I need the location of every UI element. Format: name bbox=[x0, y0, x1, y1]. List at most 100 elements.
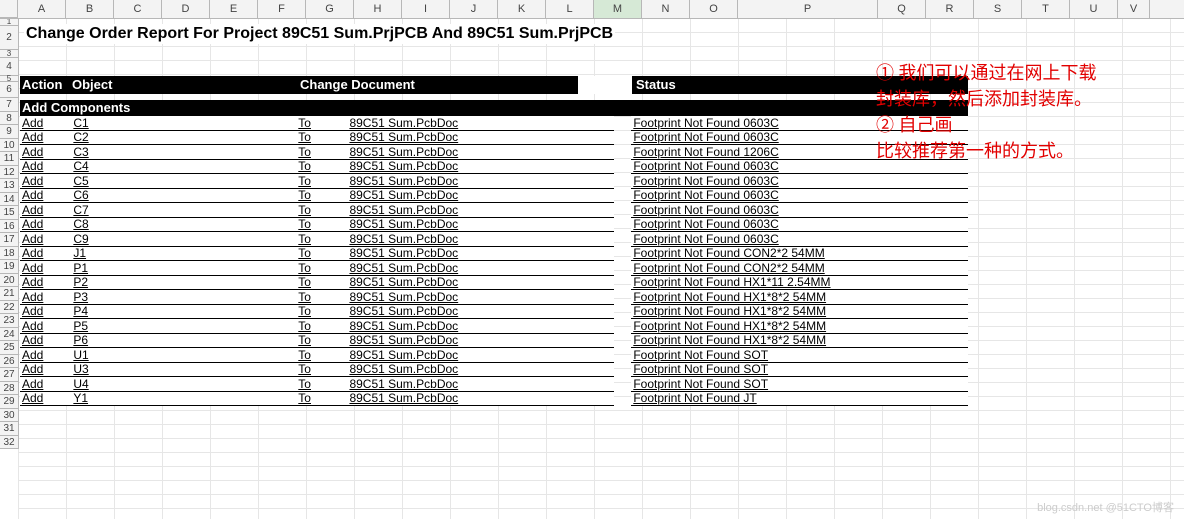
table-row[interactable]: AddC1To89C51 Sum.PcbDocFootprint Not Fou… bbox=[20, 116, 968, 130]
row-header-21[interactable]: 21 bbox=[0, 287, 18, 301]
cell-action[interactable]: Add bbox=[20, 203, 71, 218]
row-header-14[interactable]: 14 bbox=[0, 193, 18, 207]
cell-change-document[interactable]: 89C51 Sum.PcbDoc bbox=[347, 217, 613, 232]
cell-change-document[interactable]: 89C51 Sum.PcbDoc bbox=[347, 246, 613, 261]
cell-to[interactable]: To bbox=[296, 246, 347, 261]
cell-object[interactable]: U4 bbox=[71, 377, 296, 392]
col-header-Q[interactable]: Q bbox=[878, 0, 926, 18]
row-header-29[interactable]: 29 bbox=[0, 395, 18, 409]
cell-object[interactable]: C7 bbox=[71, 203, 296, 218]
cell-action[interactable]: Add bbox=[20, 145, 71, 160]
cell-change-document[interactable]: 89C51 Sum.PcbDoc bbox=[347, 116, 613, 130]
cell-action[interactable]: Add bbox=[20, 246, 71, 261]
row-header-17[interactable]: 17 bbox=[0, 233, 18, 247]
table-row[interactable]: AddP5To89C51 Sum.PcbDocFootprint Not Fou… bbox=[20, 319, 968, 334]
cell-status[interactable]: Footprint Not Found HX1*11 2.54MM bbox=[631, 275, 968, 290]
col-header-C[interactable]: C bbox=[114, 0, 162, 18]
col-header-R[interactable]: R bbox=[926, 0, 974, 18]
cell-to[interactable]: To bbox=[296, 203, 347, 218]
col-header-O[interactable]: O bbox=[690, 0, 738, 18]
cell-action[interactable]: Add bbox=[20, 261, 71, 276]
cell-object[interactable]: P2 bbox=[71, 275, 296, 290]
row-header-23[interactable]: 23 bbox=[0, 314, 18, 328]
cell-change-document[interactable]: 89C51 Sum.PcbDoc bbox=[347, 362, 613, 377]
col-header-L[interactable]: L bbox=[546, 0, 594, 18]
cell-change-document[interactable]: 89C51 Sum.PcbDoc bbox=[347, 203, 613, 218]
cell-to[interactable]: To bbox=[296, 275, 347, 290]
row-header-26[interactable]: 26 bbox=[0, 355, 18, 369]
cell-status[interactable]: Footprint Not Found HX1*8*2 54MM bbox=[631, 319, 968, 334]
col-header-V[interactable]: V bbox=[1118, 0, 1150, 18]
cell-to[interactable]: To bbox=[296, 261, 347, 276]
cell-to[interactable]: To bbox=[296, 130, 347, 145]
cell-to[interactable]: To bbox=[296, 304, 347, 319]
cell-action[interactable]: Add bbox=[20, 348, 71, 363]
cell-change-document[interactable]: 89C51 Sum.PcbDoc bbox=[347, 290, 613, 305]
cell-action[interactable]: Add bbox=[20, 333, 71, 348]
table-row[interactable]: AddJ1To89C51 Sum.PcbDocFootprint Not Fou… bbox=[20, 246, 968, 261]
col-header-B[interactable]: B bbox=[66, 0, 114, 18]
table-row[interactable]: AddP1To89C51 Sum.PcbDocFootprint Not Fou… bbox=[20, 261, 968, 276]
cell-change-document[interactable]: 89C51 Sum.PcbDoc bbox=[347, 377, 613, 392]
table-row[interactable]: AddC5To89C51 Sum.PcbDocFootprint Not Fou… bbox=[20, 174, 968, 189]
cell-object[interactable]: C5 bbox=[71, 174, 296, 189]
row-header-9[interactable]: 9 bbox=[0, 125, 18, 139]
cell-to[interactable]: To bbox=[296, 159, 347, 174]
cell-to[interactable]: To bbox=[296, 188, 347, 203]
cell-object[interactable]: Y1 bbox=[71, 391, 296, 406]
table-row[interactable]: AddU4To89C51 Sum.PcbDocFootprint Not Fou… bbox=[20, 377, 968, 392]
row-header-2[interactable]: 2 bbox=[0, 26, 18, 50]
cell-to[interactable]: To bbox=[296, 174, 347, 189]
cell-change-document[interactable]: 89C51 Sum.PcbDoc bbox=[347, 275, 613, 290]
cell-change-document[interactable]: 89C51 Sum.PcbDoc bbox=[347, 333, 613, 348]
cell-action[interactable]: Add bbox=[20, 159, 71, 174]
select-all-corner[interactable] bbox=[0, 0, 18, 18]
cell-action[interactable]: Add bbox=[20, 232, 71, 247]
cell-to[interactable]: To bbox=[296, 319, 347, 334]
cell-change-document[interactable]: 89C51 Sum.PcbDoc bbox=[347, 304, 613, 319]
cell-to[interactable]: To bbox=[296, 232, 347, 247]
cell-status[interactable]: Footprint Not Found 0603C bbox=[631, 174, 968, 189]
cell-change-document[interactable]: 89C51 Sum.PcbDoc bbox=[347, 130, 613, 145]
cell-change-document[interactable]: 89C51 Sum.PcbDoc bbox=[347, 145, 613, 160]
col-header-U[interactable]: U bbox=[1070, 0, 1118, 18]
cell-object[interactable]: P1 bbox=[71, 261, 296, 276]
row-header-19[interactable]: 19 bbox=[0, 260, 18, 274]
col-header-P[interactable]: P bbox=[738, 0, 878, 18]
row-header-11[interactable]: 11 bbox=[0, 152, 18, 166]
row-header-27[interactable]: 27 bbox=[0, 368, 18, 382]
row-header-8[interactable]: 8 bbox=[0, 112, 18, 126]
cell-object[interactable]: J1 bbox=[71, 246, 296, 261]
cell-object[interactable]: U3 bbox=[71, 362, 296, 377]
row-header-6[interactable]: 6 bbox=[0, 82, 18, 98]
cell-action[interactable]: Add bbox=[20, 391, 71, 406]
cell-to[interactable]: To bbox=[296, 377, 347, 392]
cell-action[interactable]: Add bbox=[20, 275, 71, 290]
cell-action[interactable]: Add bbox=[20, 130, 71, 145]
cell-status[interactable]: Footprint Not Found 0603C bbox=[631, 188, 968, 203]
row-header-30[interactable]: 30 bbox=[0, 409, 18, 423]
table-row[interactable]: AddP2To89C51 Sum.PcbDoc Footprint Not Fou… bbox=[20, 275, 968, 290]
cell-object[interactable]: C2 bbox=[71, 130, 296, 145]
cell-object[interactable]: C4 bbox=[71, 159, 296, 174]
cell-status[interactable]: Footprint Not Found HX1*8*2 54MM bbox=[631, 333, 968, 348]
cell-status[interactable]: Footprint Not Found 0603C bbox=[631, 232, 968, 247]
col-header-K[interactable]: K bbox=[498, 0, 546, 18]
col-header-M[interactable]: M bbox=[594, 0, 642, 18]
cell-change-document[interactable]: 89C51 Sum.PcbDoc bbox=[347, 391, 613, 406]
cell-to[interactable]: To bbox=[296, 348, 347, 363]
cell-object[interactable]: P6 bbox=[71, 333, 296, 348]
cell-status[interactable]: Footprint Not Found SOT bbox=[631, 348, 968, 363]
col-header-T[interactable]: T bbox=[1022, 0, 1070, 18]
table-row[interactable]: AddC3To89C51 Sum.PcbDocFootprint Not Fou… bbox=[20, 145, 968, 160]
col-header-H[interactable]: H bbox=[354, 0, 402, 18]
table-row[interactable]: AddC4To89C51 Sum.PcbDocFootprint Not Fou… bbox=[20, 159, 968, 174]
table-row[interactable]: AddU1To89C51 Sum.PcbDocFootprint Not Fou… bbox=[20, 348, 968, 363]
cell-action[interactable]: Add bbox=[20, 304, 71, 319]
col-header-G[interactable]: G bbox=[306, 0, 354, 18]
cell-to[interactable]: To bbox=[296, 290, 347, 305]
row-header-16[interactable]: 16 bbox=[0, 220, 18, 234]
cell-change-document[interactable]: 89C51 Sum.PcbDoc bbox=[347, 348, 613, 363]
row-header-10[interactable]: 10 bbox=[0, 139, 18, 153]
row-header-13[interactable]: 13 bbox=[0, 179, 18, 193]
